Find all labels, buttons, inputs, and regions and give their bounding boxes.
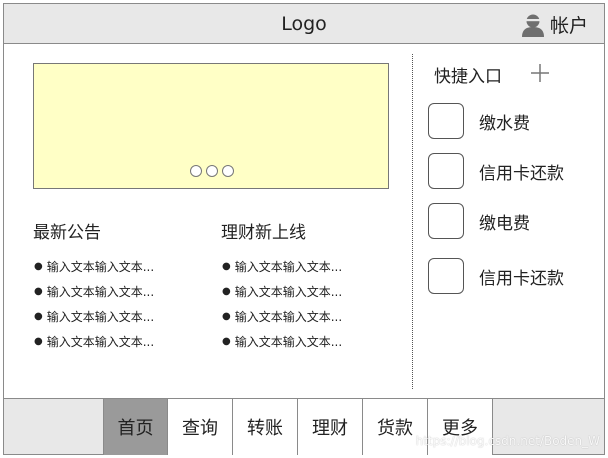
quick-entry-icon xyxy=(428,153,464,189)
tab-home[interactable]: 首页 xyxy=(103,399,168,455)
watermark: https://blog.csdn.net/Boden_W xyxy=(415,434,600,448)
finance-item[interactable]: ● 输入文本输入文本... xyxy=(222,259,342,284)
quick-entry-label: 信用卡还款 xyxy=(479,163,564,184)
bottom-nav: 首页 查询 转账 理财 货款 更多 https://blog.csdn.net/… xyxy=(4,398,604,455)
quick-entry-icon xyxy=(428,103,464,139)
quick-entry-label: 信用卡还款 xyxy=(479,268,564,289)
finance-title: 理财新上线 xyxy=(221,223,306,243)
tab-transfer[interactable]: 转账 xyxy=(233,399,298,455)
account-label: 帐户 xyxy=(549,15,588,37)
finance-item[interactable]: ● 输入文本输入文本... xyxy=(222,309,342,334)
quick-entry-credit-card-2[interactable]: 信用卡还款 xyxy=(428,258,564,294)
quick-entry-water[interactable]: 缴水费 xyxy=(428,103,530,139)
vertical-divider xyxy=(412,54,413,389)
header: Logo 帐户 xyxy=(4,4,604,44)
user-icon xyxy=(521,14,544,37)
quick-entry-icon xyxy=(428,258,464,294)
tab-query[interactable]: 查询 xyxy=(168,399,233,455)
quick-entry-icon xyxy=(428,203,464,239)
news-item[interactable]: ● 输入文本输入文本... xyxy=(34,334,154,359)
tab-finance[interactable]: 理财 xyxy=(298,399,363,455)
quick-entry-label: 缴电费 xyxy=(479,213,530,234)
finance-item[interactable]: ● 输入文本输入文本... xyxy=(222,284,342,309)
carousel-dot[interactable] xyxy=(222,165,234,177)
finance-list: ● 输入文本输入文本... ● 输入文本输入文本... ● 输入文本输入文本... ●… xyxy=(222,259,342,359)
carousel-indicators xyxy=(190,165,234,177)
banner-carousel[interactable] xyxy=(33,63,389,189)
news-item[interactable]: ● 输入文本输入文本... xyxy=(34,284,154,309)
news-title: 最新公告 xyxy=(33,223,101,243)
logo: Logo xyxy=(281,13,327,35)
account-button[interactable]: 帐户 xyxy=(521,11,588,38)
quick-entry-electricity[interactable]: 缴电费 xyxy=(428,203,530,239)
quick-entry-title: 快捷入口 xyxy=(434,67,502,87)
carousel-dot[interactable] xyxy=(190,165,202,177)
finance-item[interactable]: ● 输入文本输入文本... xyxy=(222,334,342,359)
news-item[interactable]: ● 输入文本输入文本... xyxy=(34,309,154,334)
carousel-dot[interactable] xyxy=(206,165,218,177)
quick-entry-label: 缴水费 xyxy=(479,113,530,134)
app-frame: Logo 帐户 最新公告 ● 输入文本输入文本... ● 输入文本输入文本... ●… xyxy=(3,3,605,455)
news-list: ● 输入文本输入文本... ● 输入文本输入文本... ● 输入文本输入文本... ●… xyxy=(34,259,154,359)
news-item[interactable]: ● 输入文本输入文本... xyxy=(34,259,154,284)
quick-entry-credit-card[interactable]: 信用卡还款 xyxy=(428,153,564,189)
plus-icon[interactable] xyxy=(530,63,550,83)
